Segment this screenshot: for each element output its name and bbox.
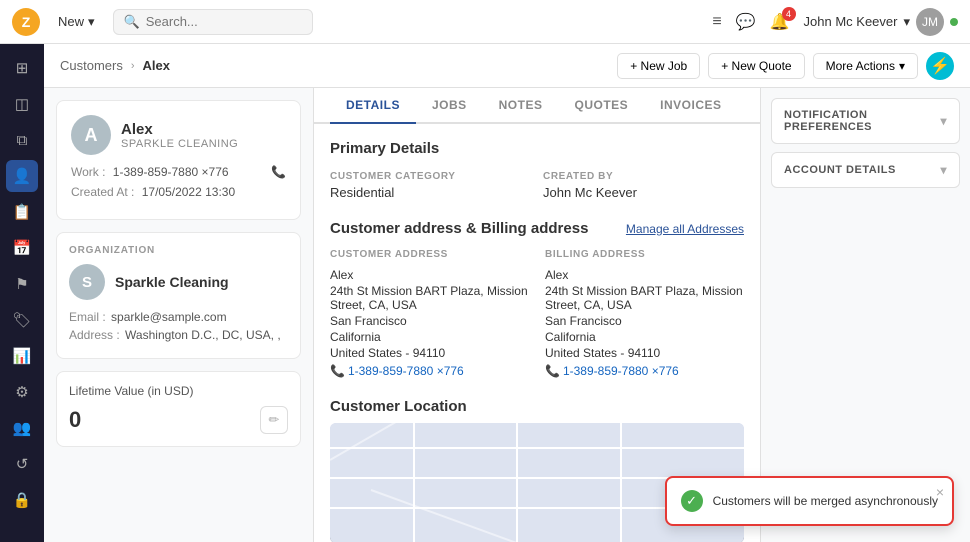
left-panel: A Alex SPARKLE CLEANING Work : 1-389-859… (44, 88, 314, 542)
list-icon[interactable]: ≡ (712, 13, 721, 31)
map-road-diagonal (371, 489, 683, 542)
map-road (620, 423, 622, 542)
toast-check-icon: ✓ (681, 490, 703, 512)
tab-invoices[interactable]: INVOICES (644, 88, 737, 124)
map-road (413, 423, 415, 542)
customer-name: Alex (121, 121, 238, 138)
breadcrumb-current: Alex (143, 58, 170, 73)
sidebar-item-team[interactable]: 👥 (6, 412, 38, 444)
search-icon: 🔍 (124, 14, 140, 30)
primary-details-title: Primary Details (330, 140, 744, 157)
chevron-down-icon: ▾ (940, 114, 947, 128)
org-avatar: S (69, 264, 105, 300)
map-road (330, 447, 744, 449)
app-logo[interactable]: Z (12, 8, 40, 36)
breadcrumb-separator: › (131, 60, 135, 72)
tab-notes[interactable]: NOTES (483, 88, 559, 124)
org-email: Email : sparkle@sample.com (69, 310, 288, 324)
bell-icon[interactable]: 🔔 4 (770, 12, 790, 32)
breadcrumb-customers[interactable]: Customers (60, 58, 123, 73)
sidebar-item-refresh[interactable]: ↺ (6, 448, 38, 480)
sidebar-item-dashboard[interactable]: ⊞ (6, 52, 38, 84)
created-by-label: CREATED BY (543, 171, 744, 182)
notification-prefs-accordion: NOTIFICATION PREFERENCES ▾ (771, 98, 960, 144)
address-section-title: Customer address & Billing address (330, 220, 588, 237)
sidebar-item-lock[interactable]: 🔒 (6, 484, 38, 516)
right-panel: NOTIFICATION PREFERENCES ▾ ACCOUNT DETAI… (760, 88, 970, 542)
org-section-label: ORGANIZATION (69, 245, 288, 256)
sidebar-item-tag[interactable]: 🏷 (6, 304, 38, 336)
new-button[interactable]: New ▾ (50, 10, 103, 34)
online-indicator (950, 18, 958, 26)
category-label: CUSTOMER CATEGORY (330, 171, 531, 182)
customer-avatar: A (71, 115, 111, 155)
customer-phone-link[interactable]: 📞 1-389-859-7880 ×776 (330, 364, 529, 378)
sidebar-item-chart[interactable]: 📊 (6, 340, 38, 372)
lifetime-value-card: Lifetime Value (in USD) 0 ✏ (56, 371, 301, 447)
breadcrumb-bar: Customers › Alex + New Job + New Quote M… (44, 44, 970, 88)
sidebar-item-settings[interactable]: ⚙ (6, 376, 38, 408)
customer-address-col: CUSTOMER ADDRESS Alex 24th St Mission BA… (330, 249, 529, 378)
primary-details-grid: CUSTOMER CATEGORY Residential CREATED BY… (330, 171, 744, 200)
org-address: Address : Washington D.C., DC, USA, , (69, 328, 288, 342)
phone-icon[interactable]: 📞 (271, 165, 286, 179)
toast-message: Customers will be merged asynchronously (713, 494, 938, 508)
lifetime-title: Lifetime Value (in USD) (69, 384, 288, 398)
category-value: Residential (330, 185, 531, 200)
search-bar: 🔍 (113, 9, 313, 35)
new-quote-button[interactable]: + New Quote (708, 53, 804, 79)
work-label: Work : 1-389-859-7880 ×776 (71, 165, 229, 179)
action-icon-button[interactable]: ⚡ (926, 52, 954, 80)
organization-card: ORGANIZATION S Sparkle Cleaning Email : … (56, 232, 301, 359)
manage-addresses-link[interactable]: Manage all Addresses (626, 222, 744, 236)
chevron-down-icon-2: ▾ (940, 163, 947, 177)
chat-icon[interactable]: 💬 (736, 12, 756, 32)
toast-notification: ✓ Customers will be merged asynchronousl… (665, 476, 954, 526)
sidebar-item-box[interactable]: ⧉ (6, 124, 38, 156)
notification-badge: 4 (782, 7, 796, 21)
sidebar-item-map[interactable]: ◫ (6, 88, 38, 120)
account-details-accordion: ACCOUNT DETAILS ▾ (771, 152, 960, 188)
created-at: Created At : 17/05/2022 13:30 (71, 185, 235, 199)
customer-org-label: SPARKLE CLEANING (121, 138, 238, 150)
address-grid: CUSTOMER ADDRESS Alex 24th St Mission BA… (330, 249, 744, 378)
sidebar-item-jobs[interactable]: 📋 (6, 196, 38, 228)
left-sidebar: ⊞ ◫ ⧉ 👤 📋 📅 ⚑ 🏷 📊 ⚙ 👥 ↺ 🔒 (0, 44, 44, 542)
more-actions-button[interactable]: More Actions ▾ (813, 53, 918, 79)
customer-card: A Alex SPARKLE CLEANING Work : 1-389-859… (56, 100, 301, 220)
billing-phone-link[interactable]: 📞 1-389-859-7880 ×776 (545, 364, 744, 378)
sidebar-item-customers[interactable]: 👤 (6, 160, 38, 192)
search-input[interactable] (146, 14, 286, 29)
account-details-header[interactable]: ACCOUNT DETAILS ▾ (772, 153, 959, 187)
center-panel: DETAILS JOBS NOTES QUOTES INVOICES Prima… (314, 88, 760, 542)
user-menu[interactable]: John Mc Keever ▾ JM (804, 8, 958, 36)
tab-jobs[interactable]: JOBS (416, 88, 483, 124)
tab-details[interactable]: DETAILS (330, 88, 416, 124)
new-job-button[interactable]: + New Job (617, 53, 700, 79)
edit-lifetime-button[interactable]: ✏ (260, 406, 288, 434)
sidebar-item-calendar[interactable]: 📅 (6, 232, 38, 264)
notification-prefs-header[interactable]: NOTIFICATION PREFERENCES ▾ (772, 99, 959, 143)
tabs-bar: DETAILS JOBS NOTES QUOTES INVOICES (314, 88, 760, 124)
phone-icon-small: 📞 (330, 364, 345, 378)
billing-address-col: BILLING ADDRESS Alex 24th St Mission BAR… (545, 249, 744, 378)
sidebar-item-flag[interactable]: ⚑ (6, 268, 38, 300)
lifetime-value: 0 (69, 407, 81, 433)
user-name: John Mc Keever (804, 14, 898, 29)
user-avatar: JM (916, 8, 944, 36)
created-by-value: John Mc Keever (543, 185, 744, 200)
map-road (516, 423, 518, 542)
toast-close-button[interactable]: × (936, 484, 944, 500)
location-title: Customer Location (330, 398, 744, 415)
phone-icon-small-billing: 📞 (545, 364, 560, 378)
map-road-diagonal (330, 423, 617, 461)
tab-quotes[interactable]: QUOTES (558, 88, 644, 124)
org-name: Sparkle Cleaning (115, 274, 229, 290)
